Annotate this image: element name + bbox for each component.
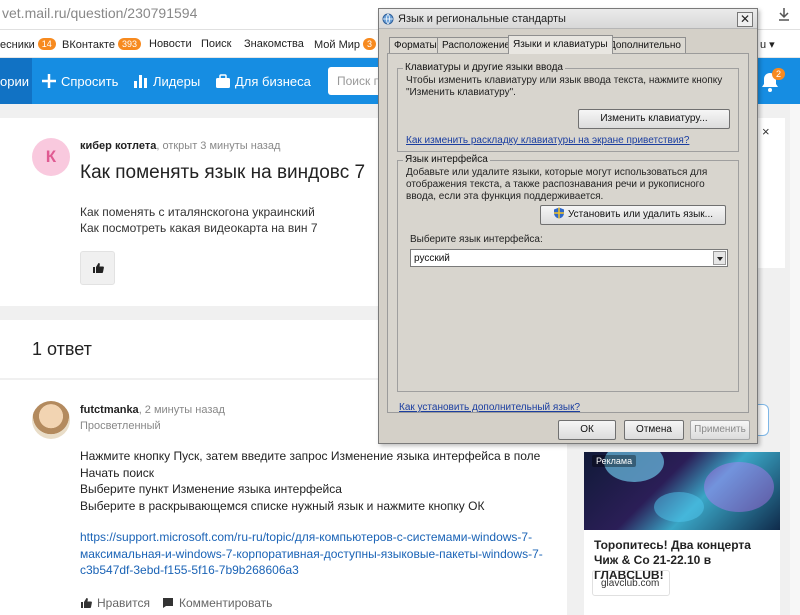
question-body: Как поменять с италянскогона украинский … (80, 204, 318, 236)
answer-actions: Нравится Комментировать (80, 596, 272, 610)
answers-count: 1 ответ (32, 339, 92, 359)
business-label: Для бизнеса (235, 74, 311, 89)
address-text[interactable]: vet.mail.ru/question/230791594 (2, 5, 197, 21)
answer-line: Выберите в раскрывающемся списке нужный … (80, 498, 485, 513)
download-icon[interactable] (776, 6, 792, 22)
question-avatar[interactable]: К (32, 138, 70, 176)
answer-avatar[interactable] (32, 401, 70, 439)
answer-link[interactable]: https://support.microsoft.com/ru-ru/topi… (80, 529, 560, 579)
change-keyboard-button[interactable]: Изменить клавиатуру... (578, 109, 730, 129)
ask-button[interactable]: Спросить (41, 73, 118, 89)
install-additional-language-link[interactable]: Как установить дополнительный язык? (399, 402, 580, 413)
answer-author-line: futctmanka, 2 минуты назад (80, 404, 225, 416)
business-button[interactable]: Для бизнеса (215, 73, 311, 89)
display-language-value: русский (414, 253, 450, 264)
question-author[interactable]: кибер котлета (80, 140, 156, 152)
leaders-button[interactable]: Лидеры (133, 73, 200, 89)
chevron-down-icon[interactable] (713, 251, 726, 265)
link-dating[interactable]: Знакомства (244, 38, 304, 50)
bar-chart-icon (134, 75, 147, 88)
link-messages[interactable]: есники 14 (0, 38, 56, 51)
apply-button[interactable]: Применить (690, 420, 750, 440)
advertisement[interactable]: Реклама Торопитесь! Два концерта Чиж & C… (584, 452, 780, 615)
answer-author-rank: Просветленный (80, 420, 161, 432)
link-label: Мой Мир (314, 39, 361, 51)
keyboards-description-line: "Изменить клавиатуру". (406, 87, 516, 98)
keyboards-group-label: Клавиатуры и другие языки ввода (403, 62, 565, 73)
question-like-button[interactable] (80, 251, 115, 285)
ok-button[interactable]: ОК (558, 420, 616, 440)
display-language-select[interactable]: русский (410, 249, 728, 267)
address-path: /question/230791594 (66, 5, 198, 21)
ad-image[interactable]: Реклама (584, 452, 780, 530)
question-title: Как поменять язык на виндовс 7 (80, 162, 366, 183)
notifications-badge: 2 (772, 68, 786, 80)
count-badge: 14 (37, 38, 56, 50)
dialog-titlebar[interactable]: Язык и региональные стандарты ✕ (379, 9, 757, 29)
dialog-close-button[interactable]: ✕ (737, 12, 753, 27)
thumbs-up-icon (81, 598, 92, 608)
languages-tab-panel: Клавиатуры и другие языки ввода Чтобы из… (387, 53, 749, 413)
tab-languages-keyboards[interactable]: Языки и клавиатуры (508, 35, 613, 54)
link-label: u (760, 39, 767, 51)
close-icon[interactable]: × (762, 124, 770, 139)
ad-tag: Реклама (592, 455, 637, 467)
briefcase-icon (216, 74, 230, 88)
globe-icon (382, 13, 394, 25)
answer-body: Нажмите кнопку Пуск, затем введите запро… (80, 448, 540, 514)
cancel-button[interactable]: Отмена (624, 420, 684, 440)
dialog-title: Язык и региональные стандарты (398, 13, 566, 25)
thumbs-up-icon (93, 263, 104, 273)
page-scrollbar[interactable] (790, 104, 800, 615)
interface-description: Добавьте или удалите языки, которые могу… (406, 167, 707, 203)
question-body-line: Как поменять с италянскогона украинский (80, 205, 315, 219)
question-author-line: кибер котлета, открыт 3 минуты назад (80, 140, 280, 152)
like-label: Нравится (97, 596, 150, 610)
interface-description-line: отображения текста, а также распознавани… (406, 179, 705, 190)
comment-icon (162, 598, 173, 608)
select-language-label: Выберите язык интерфейса: (410, 234, 543, 245)
question-meta: , открыт 3 минуты назад (156, 140, 281, 152)
install-language-button[interactable]: Установить или удалить язык... (540, 205, 726, 225)
interface-language-group: Язык интерфейса Добавьте или удалите язы… (397, 154, 739, 392)
keyboards-group: Клавиатуры и другие языки ввода Чтобы из… (397, 62, 739, 152)
link-vkontakte[interactable]: ВКонтакте 393 (62, 38, 141, 51)
tab-location[interactable]: Расположение (437, 37, 515, 53)
link-search[interactable]: Поиск (201, 38, 231, 50)
shield-icon (554, 207, 564, 219)
tab-formats[interactable]: Форматы (389, 37, 442, 53)
ask-label: Спросить (61, 74, 119, 89)
keyboard-welcome-link[interactable]: Как изменить раскладку клавиатуры на экр… (406, 135, 689, 146)
answer-line: Начать поиск (80, 465, 154, 480)
link-more[interactable]: u ▾ (760, 38, 775, 51)
link-news[interactable]: Новости (149, 38, 192, 50)
link-my-world[interactable]: Мой Мир 3 (314, 38, 377, 51)
answer-author[interactable]: futctmanka (80, 404, 139, 416)
install-language-label: Установить или удалить язык... (568, 209, 713, 220)
link-label: ВКонтакте (62, 39, 115, 51)
interface-group-label: Язык интерфейса (403, 154, 490, 165)
tab-administrative[interactable]: Дополнительно (604, 37, 686, 53)
plus-icon (42, 74, 56, 88)
link-label: есники (0, 39, 35, 51)
question-body-line: Как посмотреть какая видеокарта на вин 7 (80, 221, 318, 235)
leaders-label: Лидеры (153, 74, 201, 89)
interface-description-line: Добавьте или удалите языки, которые могу… (406, 167, 708, 178)
comment-label: Комментировать (178, 596, 273, 610)
answer-line: Нажмите кнопку Пуск, затем введите запро… (80, 449, 541, 463)
interface-description-line: ввода, если эта функция поддерживается. (406, 191, 604, 202)
answer-comment-button[interactable]: Комментировать (162, 596, 272, 610)
region-language-dialog: Язык и региональные стандарты ✕ Форматы … (378, 8, 758, 444)
keyboards-description: Чтобы изменить клавиатуру или язык ввода… (406, 75, 722, 99)
address-domain: vet.mail.ru (2, 5, 67, 21)
keyboards-description-line: Чтобы изменить клавиатуру или язык ввода… (406, 75, 723, 86)
ad-domain-button[interactable]: glavclub.com (592, 570, 670, 596)
categories-button[interactable]: ории (0, 58, 32, 104)
count-badge: 3 (363, 38, 377, 50)
answer-line: Выберите пункт Изменение языка интерфейс… (80, 482, 342, 496)
answer-meta: , 2 минуты назад (138, 404, 225, 416)
count-badge: 393 (117, 38, 141, 50)
answer-like-button[interactable]: Нравится (80, 596, 150, 610)
